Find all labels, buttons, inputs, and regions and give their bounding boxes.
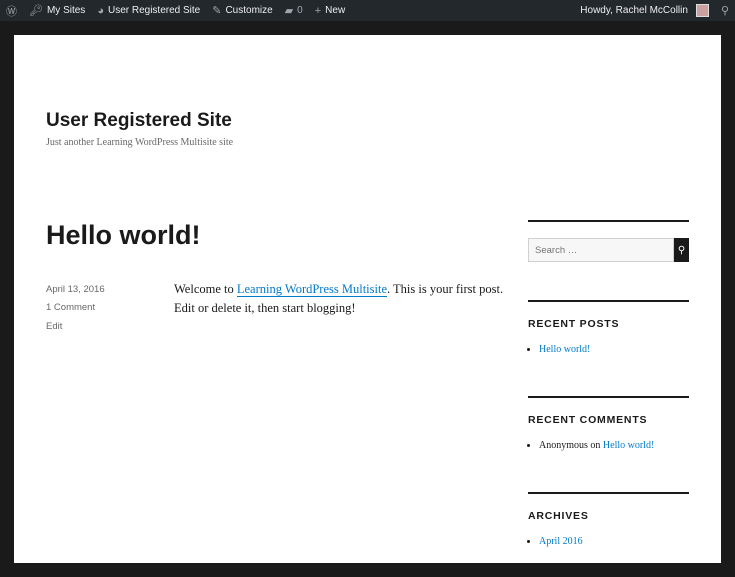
brush-icon: ✎	[212, 5, 222, 17]
recent-posts-widget: RECENT POSTS Hello world!	[528, 300, 689, 355]
search-button[interactable]: ⚲	[674, 238, 689, 262]
avatar	[695, 4, 709, 17]
comments-link[interactable]: ▰ 0	[279, 0, 309, 21]
site-label: User Registered Site	[107, 5, 201, 16]
widget-title: RECENT POSTS	[528, 318, 620, 330]
key-icon: 🔑︎	[29, 5, 43, 17]
my-sites-menu[interactable]: 🔑︎ My Sites	[23, 0, 91, 21]
recent-post-link[interactable]: Hello world!	[539, 344, 590, 355]
text: on	[587, 440, 603, 451]
divider	[528, 396, 689, 398]
post-content: Welcome to Learning WordPress Multisite.…	[174, 280, 504, 318]
post-date[interactable]: April 13, 2016	[46, 284, 105, 295]
recent-comments-widget: RECENT COMMENTS Anonymous on Hello world…	[528, 396, 689, 451]
site-description: Just another Learning WordPress Multisit…	[46, 137, 234, 148]
comments-link[interactable]: 1 Comment	[46, 302, 95, 313]
edit-link[interactable]: Edit	[46, 321, 62, 332]
search-widget: ⚲	[528, 220, 689, 262]
archive-link[interactable]: April 2016	[539, 536, 583, 547]
search-input[interactable]	[528, 238, 674, 262]
new-label: New	[325, 5, 346, 16]
divider	[528, 220, 689, 222]
comment-post-link[interactable]: Hello world!	[603, 440, 654, 451]
wordpress-logo-menu[interactable]: Ⓦ	[0, 0, 23, 21]
comment-icon: ▰	[284, 5, 294, 17]
account-menu[interactable]: Howdy, Rachel McCollin	[574, 0, 715, 21]
divider	[528, 492, 689, 494]
post-title[interactable]: Hello world!	[46, 220, 201, 251]
archives-widget: ARCHIVES April 2016	[528, 492, 689, 547]
plus-icon: +	[314, 4, 322, 17]
comment-author: Anonymous	[539, 440, 588, 451]
page: User Registered Site Just another Learni…	[14, 35, 721, 563]
comment-count: 0	[297, 5, 303, 16]
text: Welcome to	[174, 282, 237, 296]
divider	[528, 300, 689, 302]
post-link[interactable]: Learning WordPress Multisite	[236, 282, 388, 297]
admin-search-button[interactable]: ⚲	[715, 0, 735, 21]
site-menu[interactable]: ◕ User Registered Site	[91, 0, 206, 21]
widget-title: ARCHIVES	[528, 510, 589, 522]
customize-link[interactable]: ✎ Customize	[206, 0, 278, 21]
site-title[interactable]: User Registered Site	[46, 110, 232, 132]
search-icon: ⚲	[720, 5, 729, 17]
customize-label: Customize	[225, 5, 273, 16]
dashboard-icon: ◕	[97, 4, 104, 17]
howdy-label: Howdy, Rachel McCollin	[580, 5, 688, 16]
my-sites-label: My Sites	[46, 5, 86, 16]
new-content-menu[interactable]: + New	[309, 0, 351, 21]
widget-title: RECENT COMMENTS	[528, 414, 648, 426]
admin-bar: Ⓦ 🔑︎ My Sites ◕ User Registered Site ✎ Cust…	[0, 0, 735, 21]
search-icon: ⚲	[677, 244, 686, 256]
wordpress-icon: Ⓦ	[6, 5, 17, 18]
